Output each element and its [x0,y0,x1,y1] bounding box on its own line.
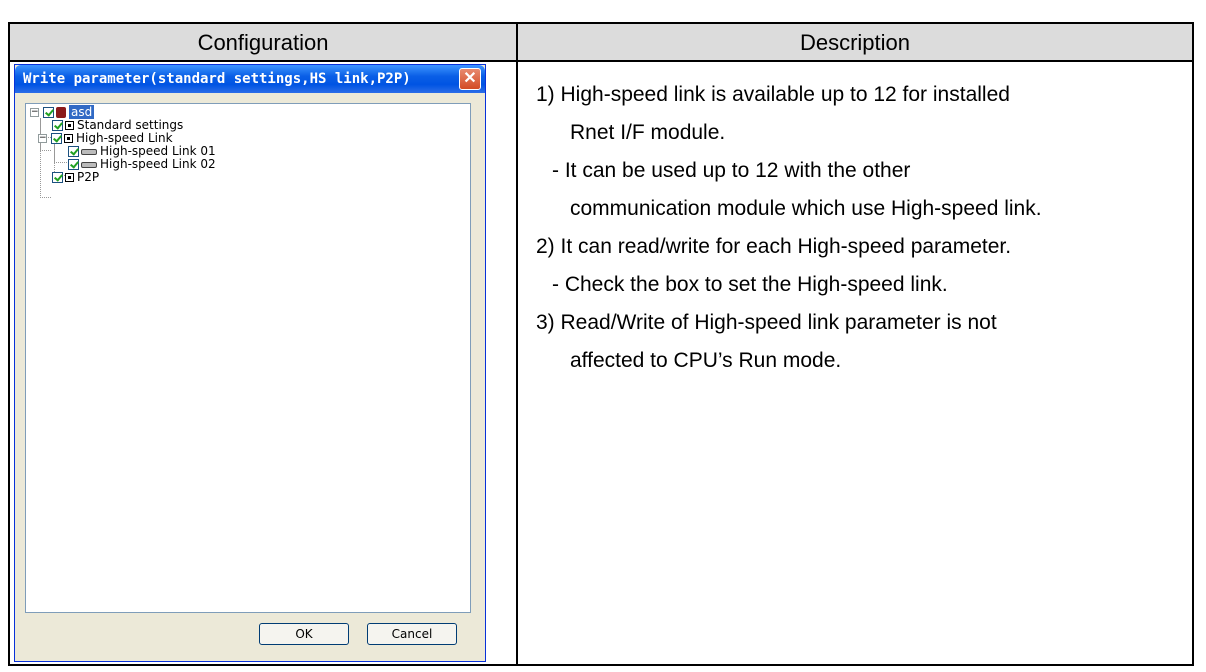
description-line: - Check the box to set the High-speed li… [552,273,948,296]
header-description: Description [799,30,911,55]
description-line: 2) It can read/write for each High-speed… [536,235,1012,258]
parameter-icon [65,121,74,130]
parameter-icon [64,134,73,143]
checkbox-hs-link[interactable] [51,133,62,144]
description-line: communication module which use High-spee… [570,197,1042,220]
table-header-row: Configuration Description [10,24,1192,62]
collapse-icon[interactable]: − [38,134,47,143]
collapse-icon[interactable]: − [30,108,39,117]
cancel-button[interactable]: Cancel [367,623,457,645]
parameter-tree[interactable]: − asd Standard settings − High-speed Link … [25,103,471,613]
tree-label-root: asd [69,105,95,119]
link-icon [81,148,97,155]
checkbox-p2p[interactable] [52,172,63,183]
tree-label-hs-link-01: High-speed Link 01 [100,144,216,158]
ok-button[interactable]: OK [259,623,349,645]
tree-label-standard-settings: Standard settings [77,118,184,132]
document-table: Configuration Description Write paramete… [8,22,1194,666]
tree-node-p2p[interactable]: P2P [52,171,99,184]
description-line: 1) High-speed link is available up to 12… [536,83,1010,106]
description-line: 3) Read/Write of High-speed link paramet… [536,311,997,334]
write-parameter-dialog: Write parameter(standard settings,HS lin… [14,64,486,662]
close-button[interactable]: ✕ [459,68,481,90]
dialog-title: Write parameter(standard settings,HS lin… [23,71,411,87]
checkbox-hs-link-01[interactable] [68,146,79,157]
description-line: - It can be used up to 12 with the other [552,159,911,182]
checkbox-hs-link-02[interactable] [68,159,79,170]
dialog-titlebar[interactable]: Write parameter(standard settings,HS lin… [15,65,485,93]
checkbox-root[interactable] [43,107,54,118]
plc-module-icon [56,107,66,118]
column-divider [516,24,518,664]
link-icon [81,161,97,168]
parameter-icon [65,173,74,182]
header-configuration: Configuration [197,30,329,55]
description-line: Rnet I/F module. [570,121,726,144]
tree-label-p2p: P2P [77,170,100,184]
tree-label-hs-link: High-speed Link [76,131,173,145]
description-line: affected to CPU’s Run mode. [570,349,842,372]
tree-label-hs-link-02: High-speed Link 02 [100,157,216,171]
checkbox-standard-settings[interactable] [52,120,63,131]
